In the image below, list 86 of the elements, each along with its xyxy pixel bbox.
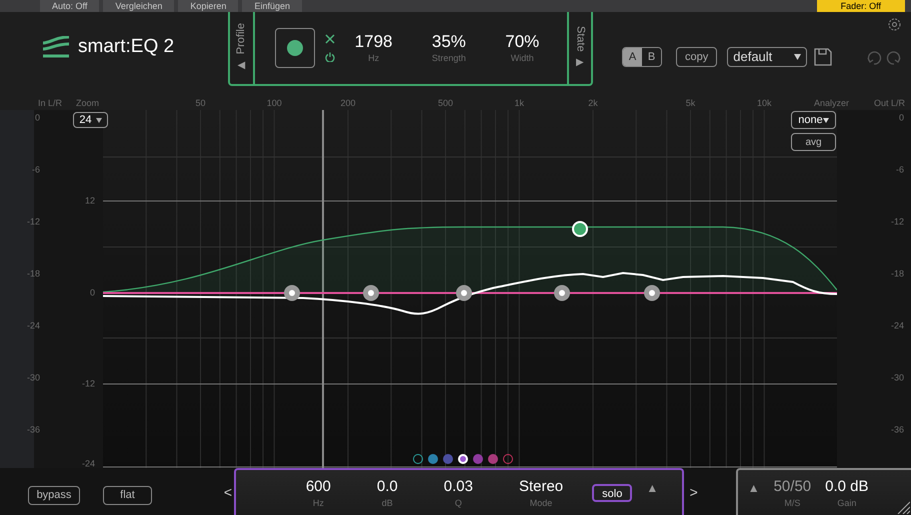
reading-value[interactable]: 0.03 — [444, 476, 473, 496]
reading-unit: Hz — [312, 496, 324, 508]
zoom-dropdown[interactable]: 24 — [73, 112, 108, 128]
flat-button[interactable]: flat — [103, 486, 152, 505]
frequency-label: 50 — [195, 97, 206, 110]
position-marker[interactable] — [322, 110, 324, 468]
reading-unit: Mode — [530, 496, 552, 508]
out-meter-label: Out L/R — [874, 97, 905, 110]
target-node[interactable] — [572, 221, 588, 237]
band-node[interactable] — [284, 285, 300, 301]
frequency-label: 100 — [266, 97, 282, 110]
reading-value[interactable]: 600 — [306, 476, 331, 496]
previous-band-button[interactable]: < — [222, 468, 234, 503]
band-node[interactable] — [456, 285, 472, 301]
frequency-label: 5k — [686, 97, 696, 110]
solo-button[interactable]: solo — [592, 484, 632, 502]
caret-icon — [96, 118, 102, 122]
frequency-label: 200 — [340, 97, 356, 110]
reading-unit: Hz — [368, 52, 380, 64]
frequency-label: 10k — [756, 97, 772, 110]
expand-arrow[interactable]: ▲ — [748, 478, 760, 496]
frequency-label: 500 — [438, 97, 453, 110]
meter-scale-label: -36 — [26, 423, 40, 436]
reading-value[interactable]: 35% — [432, 32, 466, 52]
host-button[interactable]: Vergleichen — [103, 0, 174, 12]
preset-dropdown[interactable]: default — [727, 47, 808, 67]
logo-icon — [42, 36, 70, 58]
gain-scale-label: -12 — [82, 377, 95, 390]
host-button[interactable]: Kopieren — [178, 0, 238, 12]
state-tab[interactable]: State ▶ — [567, 12, 591, 84]
gain-scale-label: 0 — [90, 286, 95, 300]
reading-unit: Strength — [432, 52, 466, 64]
bypass-button[interactable]: bypass — [28, 486, 80, 505]
frequency-label: 1k — [514, 97, 524, 110]
meter-scale-label: -36 — [890, 423, 904, 436]
analyzer-dropdown[interactable]: none — [791, 111, 836, 129]
fader-button[interactable]: Fader: Off — [816, 0, 905, 12]
reading-value[interactable]: Stereo — [518, 476, 564, 496]
reading-value[interactable]: 0.0 dB — [825, 476, 869, 496]
gain-scale-label: 12 — [84, 194, 95, 208]
next-band-button[interactable]: > — [686, 468, 701, 503]
logo-text: smart:EQ 2 — [78, 34, 174, 59]
band-node[interactable] — [644, 285, 660, 301]
reading-unit: Width — [510, 52, 534, 64]
host-button[interactable]: Auto: Off — [40, 0, 100, 12]
close-icon[interactable] — [325, 34, 335, 44]
meter-scale-label: -6 — [32, 163, 40, 176]
reading-unit: dB — [382, 496, 393, 508]
reading-unit: Q — [454, 496, 462, 508]
reading-value[interactable]: 50/50 — [774, 476, 812, 496]
meter-scale-label: -24 — [890, 319, 904, 332]
ab-option[interactable]: A — [623, 48, 642, 66]
frequency-label: 2k — [588, 97, 598, 110]
meter-scale-label: 0 — [898, 111, 904, 124]
profile-tab[interactable]: Profile ◀ — [230, 12, 255, 84]
meter-scale-label: -18 — [26, 267, 40, 280]
meter-scale-label: 0 — [34, 111, 40, 124]
power-icon[interactable] — [325, 52, 335, 62]
zoom-label: Zoom — [76, 97, 100, 110]
avg-button[interactable]: avg — [791, 133, 836, 151]
resize-grip-icon[interactable] — [896, 500, 910, 514]
reading-value[interactable]: 0.0 — [376, 476, 398, 496]
reading-unit: Gain — [837, 496, 856, 508]
meter-scale-label: -6 — [896, 163, 904, 176]
gain-scale-label: -24 — [82, 457, 95, 470]
settings-icon[interactable] — [888, 18, 901, 31]
mode-button[interactable] — [275, 28, 315, 68]
host-button[interactable]: Einfügen — [242, 0, 302, 12]
caret-icon — [794, 54, 802, 60]
band-node[interactable] — [554, 285, 570, 301]
reading-unit: M/S — [784, 496, 800, 508]
meter-scale-label: -18 — [890, 267, 904, 280]
expand-arrow[interactable]: ▲ — [646, 478, 658, 496]
meter-scale-label: -12 — [26, 215, 40, 228]
meter-scale-label: -12 — [890, 215, 904, 228]
meter-scale-label: -30 — [890, 371, 904, 384]
copy-button[interactable]: copy — [676, 47, 718, 67]
meter-scale-label: -24 — [26, 319, 40, 332]
caret-icon — [822, 118, 829, 122]
band-node[interactable] — [363, 285, 379, 301]
in-meter-label: In L/R — [38, 97, 62, 110]
save-icon[interactable] — [814, 48, 832, 66]
reading-value[interactable]: 1798 — [354, 32, 392, 52]
meter-scale-label: -30 — [26, 371, 40, 384]
reading-value[interactable]: 70% — [505, 32, 540, 52]
analyzer-label: Analyzer — [814, 97, 849, 110]
